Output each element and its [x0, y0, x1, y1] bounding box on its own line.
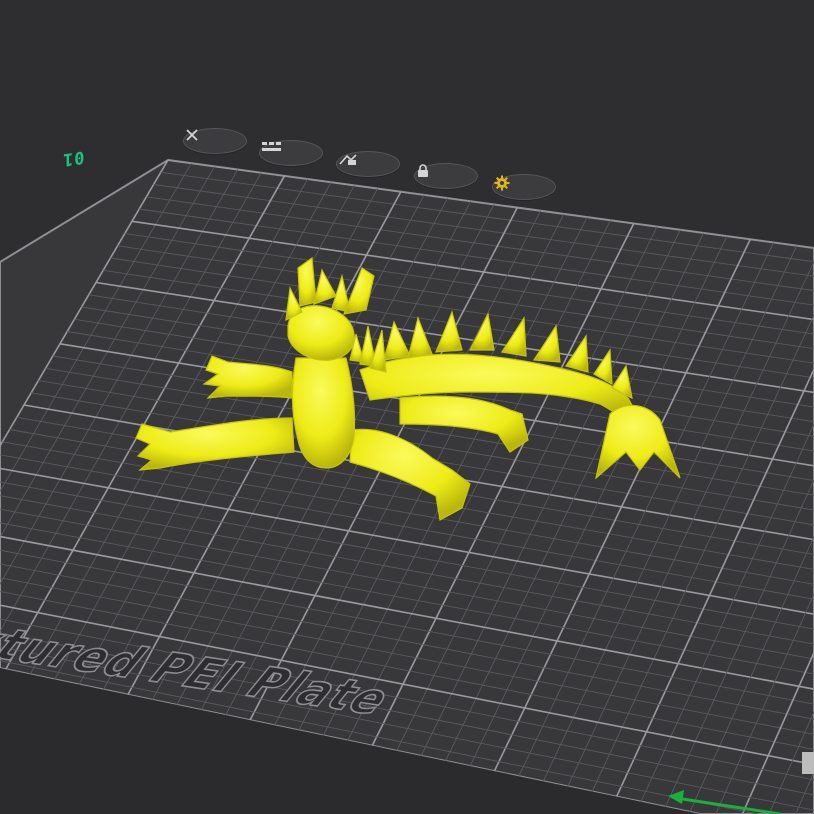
- lock-plate-button[interactable]: [414, 163, 478, 189]
- corner-widget: [802, 752, 814, 774]
- arrange-icon: [262, 142, 281, 151]
- auto-orient-button[interactable]: [336, 151, 400, 177]
- plate-number: 01: [62, 146, 85, 170]
- remove-plate-button[interactable]: [183, 128, 247, 154]
- auto-orient-icon: [339, 154, 357, 165]
- close-icon: [186, 129, 198, 141]
- gear-icon: [494, 175, 510, 191]
- plate-settings-button[interactable]: [492, 174, 556, 200]
- viewport-canvas[interactable]: [0, 0, 814, 814]
- 3d-viewport[interactable]: 01 xtured PEI Plate: [0, 0, 814, 814]
- arrange-button[interactable]: [259, 140, 323, 166]
- lock-icon: [418, 164, 428, 177]
